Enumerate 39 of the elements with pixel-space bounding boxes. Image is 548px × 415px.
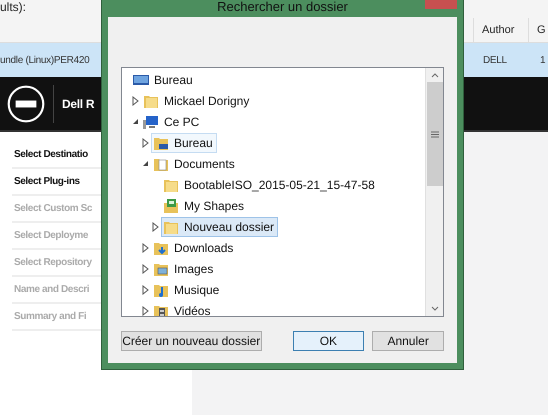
expand-arrow-icon[interactable]	[141, 264, 151, 274]
tree-item[interactable]: Images	[151, 258, 218, 278]
tree-item[interactable]: My Shapes	[161, 196, 248, 216]
wizard-step[interactable]: Select Destinatio	[14, 147, 88, 162]
grip-icon	[430, 130, 438, 138]
table-cell-text: undle (Linux)PER420	[0, 54, 90, 68]
scroll-thumb[interactable]	[426, 82, 442, 186]
dialog-button[interactable]: Annuler	[372, 331, 444, 351]
tree-item[interactable]: Musique	[151, 280, 224, 300]
collapse-arrow-icon[interactable]	[131, 116, 141, 126]
tree-item[interactable]: Nouveau dossier	[161, 216, 278, 236]
tree-item[interactable]: Ce PC	[141, 112, 204, 132]
dialog-button[interactable]: OK	[292, 331, 364, 351]
logo-icon	[7, 84, 45, 122]
tree-item[interactable]: Downloads	[151, 238, 238, 258]
expand-arrow-icon[interactable]	[141, 242, 151, 252]
tree-item[interactable]: BootableISO_2015-05-21_15-47-58	[161, 174, 379, 194]
column-header[interactable]: G	[528, 18, 546, 42]
expand-arrow-icon[interactable]	[131, 96, 141, 106]
tree-item[interactable]: Bureau	[131, 70, 197, 90]
expand-arrow-icon[interactable]	[141, 284, 151, 294]
tree-item[interactable]: Bureau	[151, 132, 217, 152]
tree-item[interactable]: Documents	[151, 154, 239, 174]
folder-icon	[163, 198, 179, 214]
tree-item[interactable]: Vidéos	[151, 300, 214, 316]
tree-item[interactable]: Mickael Dorigny	[141, 90, 254, 110]
table-cell-text: 1	[540, 54, 546, 68]
dialog-title: Rechercher un dossier	[217, 0, 348, 14]
header-title: Dell R	[62, 96, 94, 112]
caption-text: ults):	[0, 0, 26, 14]
computer-icon	[143, 114, 159, 130]
expand-arrow-icon[interactable]	[141, 138, 151, 148]
column-header[interactable]: Author	[473, 18, 514, 42]
expand-arrow-icon[interactable]	[141, 306, 151, 316]
collapse-arrow-icon[interactable]	[141, 158, 151, 168]
expand-arrow-icon[interactable]	[151, 222, 161, 232]
table-cell-text: DELL	[483, 54, 507, 68]
wizard-step[interactable]: Select Plug-ins	[14, 174, 80, 189]
dialog-button[interactable]: Créer un nouveau dossier	[121, 331, 262, 351]
